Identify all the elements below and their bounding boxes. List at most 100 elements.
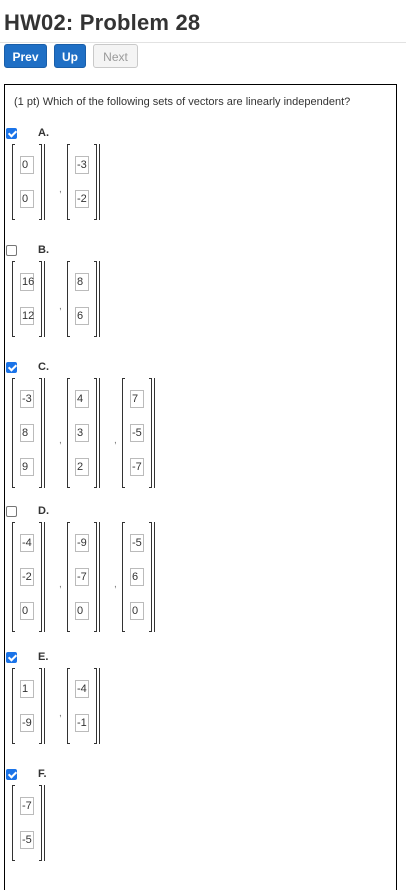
vector-matrix: 1 -9 — [12, 668, 50, 744]
vector-separator: , — [114, 435, 117, 446]
vector-bar — [44, 522, 45, 632]
vector-entry: 0 — [20, 156, 34, 174]
option-checkbox[interactable] — [6, 128, 17, 139]
option-label: F. — [38, 768, 47, 780]
vector-entry: -2 — [20, 568, 34, 586]
vector-bar — [44, 144, 45, 220]
option-checkbox[interactable] — [6, 245, 17, 256]
left-bracket — [67, 378, 70, 488]
vector-entry: -7 — [75, 568, 89, 586]
vector-entry: -7 — [130, 458, 144, 476]
vector-matrix: -9 -7 0 — [67, 522, 105, 632]
vector-entry: 7 — [130, 390, 144, 408]
prev-button[interactable]: Prev — [4, 44, 47, 68]
right-bracket — [39, 668, 42, 744]
vector-entry: 0 — [75, 602, 89, 620]
vector-entry: -7 — [20, 797, 34, 815]
vector-matrix: 4 3 2 — [67, 378, 105, 488]
vector-entry: -9 — [20, 714, 34, 732]
right-bracket — [94, 668, 97, 744]
vector-matrix: 7 -5 -7 — [122, 378, 160, 488]
option-checkbox[interactable] — [6, 362, 17, 373]
page-title: HW02: Problem 28 — [4, 10, 201, 35]
left-bracket — [12, 144, 15, 220]
vector-matrix: 16 12 — [12, 261, 50, 337]
option-checkbox[interactable] — [6, 506, 17, 517]
vector-bar — [44, 261, 45, 337]
right-bracket — [39, 785, 42, 861]
vector-entry: -3 — [75, 156, 89, 174]
vector-entry: -9 — [75, 534, 89, 552]
left-bracket — [12, 378, 15, 488]
vector-entry: -4 — [75, 680, 89, 698]
vector-entry: 4 — [75, 390, 89, 408]
question-text: (1 pt) Which of the following sets of ve… — [14, 96, 351, 108]
right-bracket — [94, 378, 97, 488]
vector-matrix: -4 -2 0 — [12, 522, 50, 632]
problem-panel — [4, 84, 397, 890]
next-button[interactable]: Next — [93, 44, 138, 68]
left-bracket — [67, 261, 70, 337]
vector-bar — [99, 144, 100, 220]
vector-entry: -5 — [20, 831, 34, 849]
vector-matrix: -7 -5 — [12, 785, 50, 861]
option-checkbox[interactable] — [6, 652, 17, 663]
right-bracket — [39, 522, 42, 632]
right-bracket — [94, 261, 97, 337]
vector-bar — [99, 378, 100, 488]
option-checkbox[interactable] — [6, 769, 17, 780]
vector-entry: 9 — [20, 458, 34, 476]
vector-entry: 16 — [20, 273, 34, 291]
left-bracket — [67, 668, 70, 744]
vector-entry: 6 — [75, 307, 89, 325]
vector-entry: 8 — [20, 424, 34, 442]
title-divider — [0, 42, 406, 43]
vector-entry: 1 — [20, 680, 34, 698]
vector-entry: -5 — [130, 424, 144, 442]
vector-separator: , — [59, 301, 62, 312]
vector-matrix: -4 -1 — [67, 668, 105, 744]
vector-separator: , — [59, 579, 62, 590]
option-label: C. — [38, 361, 49, 373]
vector-entry: 6 — [130, 568, 144, 586]
vector-matrix: 86 — [67, 261, 105, 337]
vector-matrix: -5 6 0 — [122, 522, 160, 632]
vector-entry: 0 — [20, 602, 34, 620]
left-bracket — [67, 144, 70, 220]
right-bracket — [39, 144, 42, 220]
right-bracket — [94, 522, 97, 632]
vector-entry: -4 — [20, 534, 34, 552]
right-bracket — [39, 261, 42, 337]
vector-entry: 12 — [20, 307, 34, 325]
left-bracket — [122, 522, 125, 632]
left-bracket — [67, 522, 70, 632]
right-bracket — [39, 378, 42, 488]
vector-matrix: -3 -2 — [67, 144, 105, 220]
vector-bar — [154, 378, 155, 488]
option-label: B. — [38, 244, 49, 256]
vector-entry: 0 — [20, 190, 34, 208]
vector-entry: -5 — [130, 534, 144, 552]
vector-entry: 0 — [130, 602, 144, 620]
up-button[interactable]: Up — [54, 44, 86, 68]
vector-matrix: 00 — [12, 144, 50, 220]
vector-entry: 3 — [75, 424, 89, 442]
right-bracket — [149, 378, 152, 488]
left-bracket — [12, 785, 15, 861]
vector-entry: -2 — [75, 190, 89, 208]
vector-entry: 2 — [75, 458, 89, 476]
left-bracket — [12, 522, 15, 632]
left-bracket — [122, 378, 125, 488]
vector-separator: , — [59, 435, 62, 446]
vector-bar — [44, 785, 45, 861]
option-label: E. — [38, 651, 49, 663]
vector-bar — [99, 522, 100, 632]
vector-bar — [99, 261, 100, 337]
right-bracket — [149, 522, 152, 632]
option-label: D. — [38, 505, 49, 517]
left-bracket — [12, 668, 15, 744]
vector-bar — [44, 668, 45, 744]
vector-separator: , — [59, 708, 62, 719]
right-bracket — [94, 144, 97, 220]
vector-entry: -3 — [20, 390, 34, 408]
